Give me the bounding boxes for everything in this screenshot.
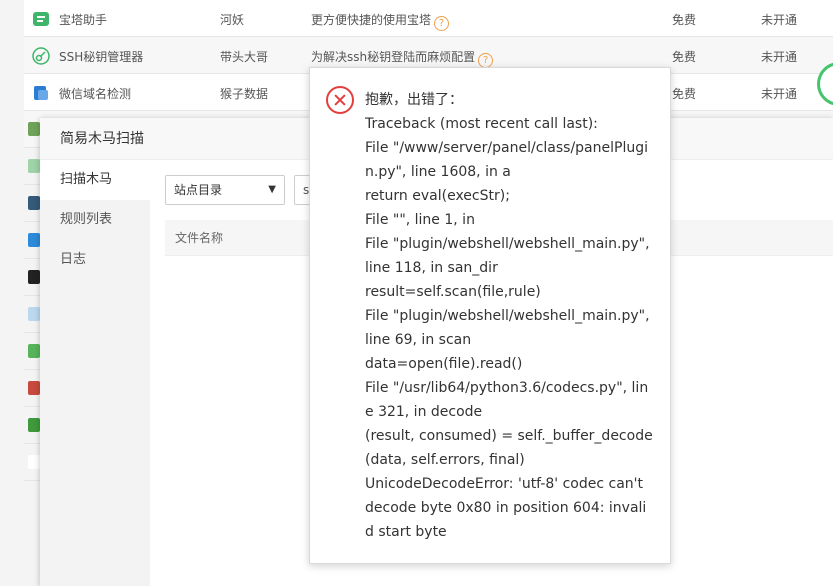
plugin-icon [28, 233, 40, 247]
error-line: File "/usr/lib64/python3.6/codecs.py", l… [365, 380, 649, 420]
error-line: File "plugin/webshell/webshell_main.py",… [365, 236, 650, 276]
plugin-price: 免费 [672, 13, 697, 27]
column-filename: 文件名称 [175, 231, 224, 245]
plugin-status: 未开通 [761, 50, 798, 64]
error-line: 抱歉，出错了： [365, 92, 463, 108]
plugin-name: 宝塔助手 [59, 13, 108, 27]
error-line: File "/www/server/panel/class/panelPlugi… [365, 140, 648, 180]
modal-sidebar: 扫描木马 规则列表 日志 [40, 160, 150, 586]
plugin-name: SSH秘钥管理器 [59, 50, 144, 64]
plugin-icon [28, 307, 40, 321]
error-message: 抱歉，出错了： Traceback (most recent call last… [365, 88, 655, 544]
tab-scan[interactable]: 扫描木马 [40, 160, 150, 200]
left-icon-column [24, 111, 40, 481]
plugin-icon [28, 455, 40, 469]
key-icon [32, 47, 50, 65]
help-icon[interactable]: ? [434, 16, 450, 31]
plugin-icon [28, 344, 40, 358]
error-line: File "plugin/webshell/webshell_main.py",… [365, 308, 650, 348]
error-line: result=self.scan(file,rule) [365, 284, 541, 300]
tab-rules[interactable]: 规则列表 [40, 200, 150, 240]
plugin-icon [28, 122, 40, 136]
error-line: (result, consumed) = self._buffer_decode… [365, 428, 653, 468]
plugin-icon [28, 270, 40, 284]
wechat-domain-icon [32, 84, 50, 102]
plugin-price: 免费 [672, 50, 697, 64]
tab-log[interactable]: 日志 [40, 240, 150, 280]
plugin-name: 微信域名检测 [59, 87, 132, 101]
plugin-author: 河妖 [220, 13, 245, 27]
baota-icon [32, 10, 50, 28]
plugin-desc: 为解决ssh秘钥登陆而麻烦配置? [311, 48, 494, 68]
plugin-author: 猴子数据 [220, 87, 269, 101]
plugin-desc: 更方便快捷的使用宝塔? [311, 11, 450, 31]
plugin-status: 未开通 [761, 13, 798, 27]
plugin-icon [28, 159, 40, 173]
plugin-icon [28, 196, 40, 210]
help-icon[interactable]: ? [478, 53, 494, 68]
plugin-author: 带头大哥 [220, 50, 269, 64]
plugin-row[interactable]: 宝塔助手 河妖 更方便快捷的使用宝塔? 免费 未开通 [24, 0, 833, 37]
error-dialog: 抱歉，出错了： Traceback (most recent call last… [309, 67, 671, 564]
select-value: 站点目录 [174, 183, 223, 197]
error-line: Traceback (most recent call last): [365, 116, 598, 132]
plugin-icon [28, 381, 40, 395]
error-line: UnicodeDecodeError: 'utf-8' codec can't … [365, 476, 647, 540]
error-icon [326, 86, 354, 114]
plugin-status: 未开通 [761, 87, 798, 101]
error-line: data=open(file).read() [365, 356, 523, 372]
directory-select[interactable]: 站点目录 ▼ [165, 175, 285, 205]
plugin-icon [28, 418, 40, 432]
error-line: File "", line 1, in [365, 212, 475, 228]
caret-down-icon: ▼ [268, 184, 276, 195]
plugin-price: 免费 [672, 87, 697, 101]
error-line: return eval(execStr); [365, 188, 510, 204]
